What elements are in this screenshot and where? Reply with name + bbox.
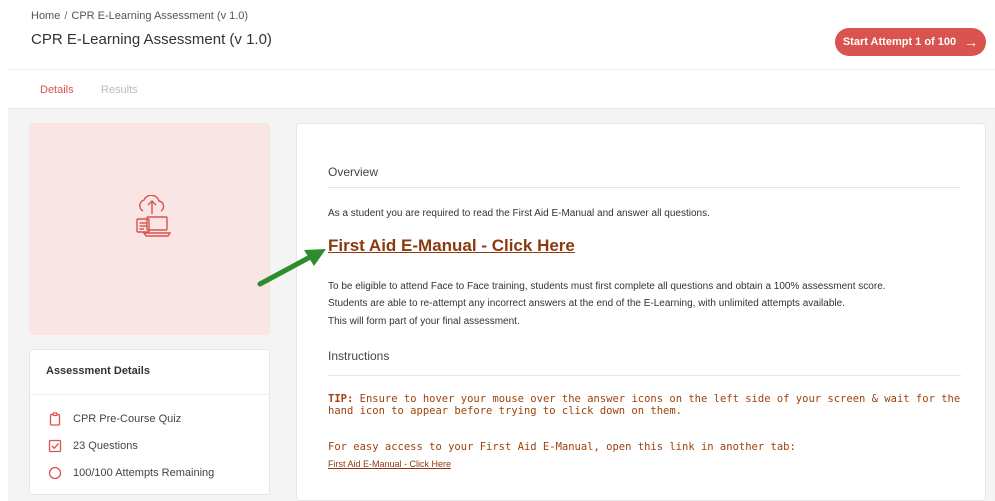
green-arrow-annotation [257,249,326,287]
intro-text: As a student you are required to read th… [328,208,710,219]
checkbox-icon [48,439,62,453]
tab-details[interactable]: Details [32,84,82,112]
instructions-heading: Instructions [328,349,390,363]
eligibility-text-2: Students are able to re-attempt any inco… [328,298,845,309]
eligibility-text-3: This will form part of your final assess… [328,316,520,327]
breadcrumb-separator: / [64,10,68,22]
circle-icon [48,466,62,480]
divider [30,394,269,395]
arrow-right-icon: → [964,34,979,50]
breadcrumb-home-link[interactable]: Home [31,10,60,22]
breadcrumb-current: CPR E-Learning Assessment (v 1.0) [71,10,249,22]
overview-heading: Overview [328,165,379,179]
divider [328,187,961,188]
eligibility-text-1: To be eligible to attend Face to Face tr… [328,281,886,292]
detail-question-count: 23 Questions [48,439,138,453]
tip-body: Ensure to hover your mouse over the answ… [328,393,961,417]
detail-label: 23 Questions [73,440,138,452]
page-title: CPR E-Learning Assessment (v 1.0) [31,31,272,48]
tip-label: TIP: [328,393,354,405]
easy-access-text: For easy access to your First Aid E-Manu… [328,441,796,453]
tabs-bar: Details Results [8,69,995,112]
assessment-details-card: Assessment Details CPR Pre-Course Quiz 2… [29,349,270,495]
manual-link-small[interactable]: First Aid E-Manual - Click Here [328,459,451,469]
cloud-upload-icon [136,195,171,237]
clipboard-icon [49,412,61,426]
overview-card: Overview As a student you are required t… [296,123,986,501]
detail-attempts: 100/100 Attempts Remaining [48,466,214,480]
start-attempt-label: Start Attempt 1 of 100 [842,36,957,48]
tab-results[interactable]: Results [101,84,138,96]
detail-label: CPR Pre-Course Quiz [73,413,182,425]
divider [328,375,961,376]
detail-label: 100/100 Attempts Remaining [73,467,215,479]
tip-text: TIP: Ensure to hover your mouse over the… [328,393,968,417]
page-header: Home / CPR E-Learning Assessment (v 1.0)… [0,0,995,68]
assessment-details-title: Assessment Details [46,365,150,377]
manual-link-large[interactable]: First Aid E-Manual - Click Here [328,236,575,256]
breadcrumb: Home / CPR E-Learning Assessment (v 1.0) [31,10,248,22]
start-attempt-button[interactable]: Start Attempt 1 of 100 → [835,28,986,56]
detail-quiz-name: CPR Pre-Course Quiz [48,412,181,426]
assessment-image [29,123,270,335]
